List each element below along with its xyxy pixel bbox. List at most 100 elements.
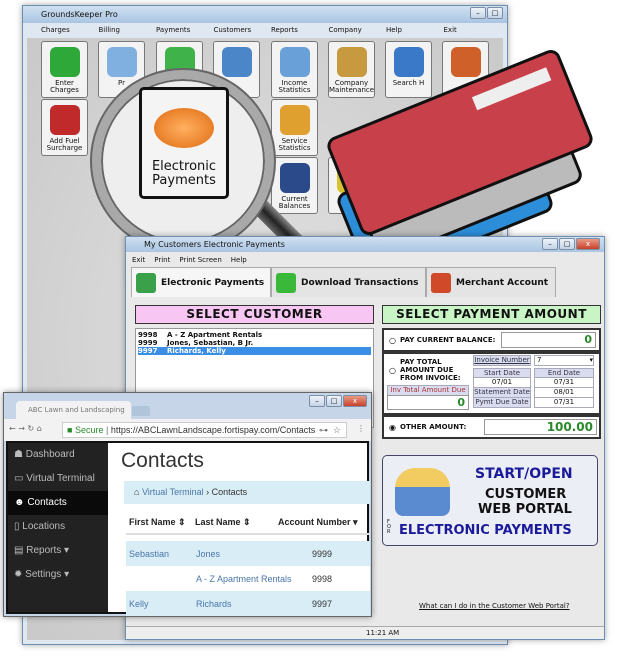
breadcrumb-virtual-terminal[interactable]: Virtual Terminal (142, 487, 204, 497)
table-row[interactable]: Sebastian Jones 9999 (126, 541, 370, 566)
pay-current-balance-box: ○ PAY CURRENT BALANCE: 0 (382, 328, 601, 352)
toolbar-tile[interactable]: Service Statistics (271, 99, 318, 156)
sidebar-item-dashboard[interactable]: ☗ Dashboard (8, 443, 108, 467)
inv-total-field: 0 (387, 395, 469, 410)
new-tab-button[interactable] (132, 406, 150, 416)
customer-row[interactable]: 9998 A - Z Apartment Rentals (138, 331, 371, 339)
back-forward-reload-home-icons[interactable]: ← → ↻ ⌂ (9, 424, 42, 433)
tile-icon (222, 47, 252, 77)
pay-current-radio[interactable]: ○ (389, 336, 396, 345)
sort-account-number[interactable]: Account Number ▾ (278, 517, 358, 528)
menu-help[interactable]: Help (386, 26, 402, 34)
sidebar-item-reports[interactable]: ▤ Reports ▾ (8, 539, 108, 563)
menu-print-screen[interactable]: Print Screen (179, 256, 221, 267)
menu-customers[interactable]: Customers (214, 26, 252, 34)
merchant-gear-icon (431, 272, 451, 293)
sidebar-item-settings[interactable]: ✹ Settings ▾ (8, 563, 108, 587)
tile-icon (107, 47, 137, 77)
minimize-button[interactable]: – (309, 395, 325, 407)
chevron-down-icon: ▾ (589, 356, 593, 364)
star-icon[interactable]: ☆ (333, 425, 341, 436)
menu-icon[interactable]: ⋮ (357, 424, 365, 433)
pay-invoice-radio[interactable]: ○ (389, 366, 396, 375)
last-name-cell[interactable]: Jones (196, 549, 220, 559)
sidebar-item-virtual-terminal[interactable]: ▭ Virtual Terminal (8, 467, 108, 491)
tab-merchant-account[interactable]: Merchant Account (426, 267, 556, 297)
tile-icon (280, 47, 310, 77)
menu-help[interactable]: Help (231, 256, 247, 267)
dashboard-icon: ⌂ (134, 487, 140, 497)
caret-down-icon: ▾ (61, 545, 70, 556)
magnifier-lens: Electronic Payments (92, 70, 274, 252)
key-icon[interactable]: ⊶ (319, 425, 328, 436)
customer-row[interactable]: 9997 Richards, Kelly (138, 347, 371, 355)
dashboard-icon: ☗ (14, 449, 26, 460)
account-number-cell: 9997 (312, 599, 333, 609)
menu-reports[interactable]: Reports (271, 26, 298, 34)
select-customer-header: SELECT CUSTOMER (135, 305, 374, 324)
table-row[interactable]: A - Z Apartment Rentals 9998 (126, 566, 370, 591)
sort-last-name[interactable]: Last Name ⇕ (195, 517, 251, 528)
browser-window: ABC Lawn and Landscaping – □ x ← → ↻ ⌂ ■ S… (3, 392, 372, 617)
portal-help-link[interactable]: What can I do in the Customer Web Portal… (419, 602, 570, 610)
gear-icon: ✹ (14, 569, 26, 580)
sidebar-item-contacts[interactable]: ☻ Contacts (8, 491, 108, 515)
url-bar[interactable]: ■ Secure | https://ABCLawnLandscape.fort… (62, 422, 347, 438)
toolbar-tile[interactable]: Income Statistics (271, 41, 318, 98)
last-name-cell[interactable]: A - Z Apartment Rentals (196, 574, 292, 584)
browser-tab[interactable]: ABC Lawn and Landscaping (16, 401, 131, 419)
menu-print[interactable]: Print (154, 256, 170, 267)
toolbar-tile[interactable]: Add Fuel Surcharge (41, 99, 88, 156)
last-name-cell[interactable]: Richards (196, 599, 232, 609)
credit-card-icon: ▭ (14, 473, 27, 484)
table-header: First Name ⇕ Last Name ⇕ Account Number … (126, 517, 370, 535)
menu-exit[interactable]: Exit (444, 26, 457, 34)
current-balance-field[interactable]: 0 (501, 332, 596, 348)
menu-charges[interactable]: Charges (41, 26, 70, 34)
credit-cards-image (315, 46, 615, 285)
table-row[interactable]: Kelly Richards 9997 (126, 591, 370, 616)
file-icon: ▤ (14, 545, 27, 556)
menu-billing[interactable]: Billing (99, 26, 120, 34)
sort-first-name[interactable]: First Name ⇕ (129, 517, 186, 528)
customer-web-portal-button[interactable]: START/OPEN CUSTOMER WEB PORTAL FOR ELECT… (382, 455, 598, 546)
first-name-cell[interactable]: Kelly (129, 599, 149, 609)
menu-bar: Exit Print Print Screen Help (126, 254, 604, 267)
invoice-number-link[interactable]: Invoice Number (473, 355, 531, 366)
menu-exit[interactable]: Exit (132, 256, 145, 267)
other-amount-radio[interactable]: ◉ (389, 423, 396, 432)
first-name-cell[interactable]: Sebastian (129, 549, 169, 559)
electronic-payments-button[interactable]: Electronic Payments (139, 87, 229, 199)
tab-electronic-payments[interactable]: Electronic Payments (131, 267, 271, 297)
menu-payments[interactable]: Payments (156, 26, 190, 34)
toolbar-tile[interactable]: Current Balances (271, 157, 318, 214)
other-amount-field[interactable]: 100.00 (484, 419, 597, 435)
pay-invoice-box: ○ PAY TOTAL AMOUNT DUE FROM INVOICE: Inv… (382, 352, 601, 415)
sidebar-item-locations[interactable]: ▯ Locations (8, 515, 108, 539)
invoice-number-select[interactable]: 7 ▾ (534, 355, 594, 366)
account-number-cell: 9999 (312, 549, 333, 559)
tab-download-transactions[interactable]: Download Transactions (271, 267, 426, 297)
maximize-button[interactable]: □ (326, 395, 342, 407)
maximize-button[interactable]: □ (487, 7, 503, 19)
menu-company[interactable]: Company (329, 26, 362, 34)
close-button[interactable]: x (576, 238, 600, 250)
status-bar: 11:21 AM (126, 626, 604, 639)
card-icon (136, 272, 156, 293)
customer-avatar-icon (395, 468, 450, 516)
users-icon: ☻ (14, 497, 28, 508)
customer-row[interactable]: 9999 Jones, Sebastian, B Jr. (138, 339, 371, 347)
sidebar: ☗ Dashboard ▭ Virtual Terminal ☻ Contacts ▯… (8, 443, 108, 612)
minimize-button[interactable]: – (470, 7, 486, 19)
minimize-button[interactable]: – (542, 238, 558, 250)
address-toolbar: ← → ↻ ⌂ ■ Secure | https://ABCLawnLandsc… (4, 419, 371, 441)
page-title: Contacts (121, 449, 204, 472)
other-amount-box: ◉ OTHER AMOUNT: 100.00 (382, 415, 601, 439)
piggy-bank-icon (154, 108, 214, 148)
select-payment-header: SELECT PAYMENT AMOUNT (382, 305, 601, 324)
toolbar-tile[interactable]: Enter Charges (41, 41, 88, 98)
close-button[interactable]: x (343, 395, 367, 407)
breadcrumb: ⌂ Virtual Terminal › Contacts (124, 481, 370, 504)
maximize-button[interactable]: □ (559, 238, 575, 250)
lock-icon: ■ (67, 425, 73, 435)
